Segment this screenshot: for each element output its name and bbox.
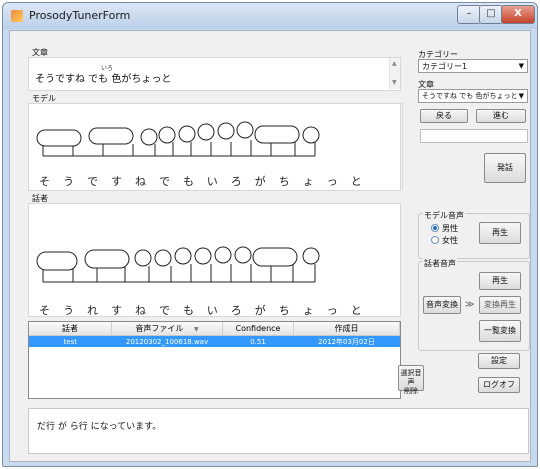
sentence-select-value: そうですね でも 色がちょっと <box>422 92 518 100</box>
vertical-divider[interactable] <box>402 103 411 189</box>
title-bar: ProsodyTunerForm – □ X <box>3 3 537 29</box>
table-row[interactable]: test 20120302_100618.wav 0.51 2012年03月02… <box>29 335 400 347</box>
model-play-button[interactable]: 再生 <box>479 222 521 244</box>
batch-convert-button[interactable]: 一覧変換 <box>479 320 521 342</box>
main-panel: 文章 いろ そうですね でも 色がちょっと ▲ ▼ モデル そうですねでもいろが… <box>9 30 531 462</box>
convert-play-button[interactable]: 変換再生 <box>479 296 521 314</box>
speak-button[interactable]: 発話 <box>484 153 526 183</box>
column-header-speaker[interactable]: 話者 <box>29 322 112 336</box>
speaker-voice-group: 話者音声 再生 音声変換 ≫ 変換再生 一覧変換 <box>418 258 530 351</box>
next-button[interactable]: 進む <box>476 109 526 123</box>
app-window: ProsodyTunerForm – □ X 文章 いろ そうですね でも 色が… <box>2 2 538 467</box>
delete-selected-button[interactable]: 選択音声 削除 <box>398 365 424 395</box>
dropdown-arrow-icon: ▼ <box>518 62 524 70</box>
table-cell: 2012年03月02日 <box>293 335 400 347</box>
app-icon <box>11 10 23 22</box>
feedback-message: だ行 が ら行 になっています。 <box>37 422 162 432</box>
chevron-right-icon: ≫ <box>465 300 475 310</box>
speaker-kana-row: そうれすねでもいろがちょっと <box>39 304 375 317</box>
sentence-scrollbar[interactable]: ▲ ▼ <box>389 58 400 89</box>
speaker-pitch-diagram <box>36 246 320 283</box>
scroll-up-icon[interactable]: ▲ <box>392 60 397 67</box>
model-pitch-diagram <box>36 121 320 157</box>
settings-button[interactable]: 設定 <box>478 353 520 369</box>
column-header-date[interactable]: 作成日 <box>293 322 400 336</box>
female-radio[interactable] <box>431 236 439 244</box>
feedback-message-box: だ行 が ら行 になっています。 <box>28 408 529 454</box>
maximize-button[interactable]: □ <box>479 5 503 24</box>
sentence-text: そうですね でも 色がちょっと <box>35 74 172 85</box>
status-textbox[interactable] <box>420 129 528 143</box>
close-button[interactable]: X <box>501 5 535 24</box>
female-label: 女性 <box>442 236 458 245</box>
window-title: ProsodyTunerForm <box>29 9 131 22</box>
category-select[interactable]: カテゴリー1 ▼ <box>418 59 528 73</box>
male-label: 男性 <box>442 224 458 233</box>
table-cell: test <box>29 335 112 347</box>
sort-chevron-down-icon: ▼ <box>193 326 199 333</box>
speaker-play-button[interactable]: 再生 <box>479 272 521 290</box>
model-voice-group-frame: モデル音声 男性 女性 再生 <box>418 210 530 259</box>
sentence-textbox[interactable]: いろ そうですね でも 色がちょっと ▲ ▼ <box>28 57 401 91</box>
back-button[interactable]: 戻る <box>420 109 468 123</box>
logoff-button[interactable]: ログオフ <box>478 377 520 393</box>
category-select-value: カテゴリー1 <box>422 62 468 71</box>
sentence-select[interactable]: そうですね でも 色がちょっと ▼ <box>418 89 528 103</box>
dropdown-arrow-icon: ▼ <box>518 92 524 100</box>
speaker-voice-label: 話者音声 <box>423 258 457 269</box>
column-header-file-label: 音声ファイル <box>135 324 184 333</box>
model-kana-row: そうですねでもいろがちょっと <box>39 175 375 188</box>
minimize-button[interactable]: – <box>457 5 481 24</box>
scroll-down-icon[interactable]: ▼ <box>392 79 397 86</box>
speaker-prosody-panel[interactable]: そうれすねでもいろがちょっと <box>28 203 401 317</box>
column-header-file[interactable]: 音声ファイル ▼ <box>111 322 223 336</box>
column-header-confidence[interactable]: Confidence <box>222 322 294 336</box>
male-radio[interactable] <box>431 224 439 232</box>
table-cell: 0.51 <box>222 335 294 347</box>
model-prosody-panel[interactable]: そうですねでもいろがちょっと <box>28 103 401 191</box>
model-voice-label: モデル音声 <box>423 210 465 221</box>
voice-convert-button[interactable]: 音声変換 <box>423 296 461 314</box>
table-cell: 20120302_100618.wav <box>111 335 223 347</box>
recordings-table[interactable]: 話者 音声ファイル ▼ Confidence 作成日 test 20120302… <box>28 321 401 399</box>
